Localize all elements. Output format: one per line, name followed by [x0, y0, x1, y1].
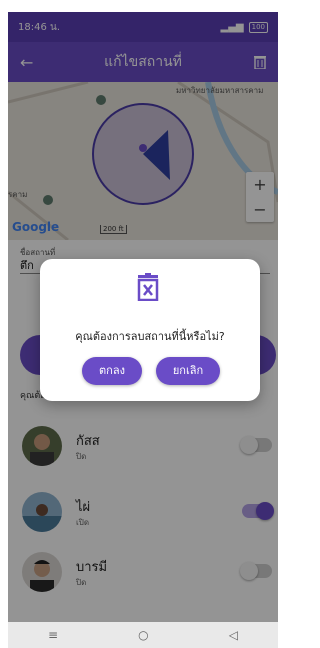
system-back-button[interactable]: ◁ [229, 628, 238, 642]
cancel-button[interactable]: ยกเลิก [156, 357, 220, 385]
dialog-message: คุณต้องการลบสถานที่นี้หรือไม่? [75, 330, 225, 343]
home-button[interactable]: ○ [138, 628, 148, 642]
recents-button[interactable]: ≡ [48, 628, 58, 642]
screen: 18:46 น. ▂▄▆ 100 ← แก้ไขสถานที่ มหาวิทยา… [0, 0, 283, 648]
delete-confirm-dialog: คุณต้องการลบสถานที่นี้หรือไม่? ตกลง ยกเล… [40, 259, 260, 401]
trash-x-icon [136, 273, 160, 302]
confirm-button[interactable]: ตกลง [82, 357, 142, 385]
system-nav-bar: ≡ ○ ◁ [8, 622, 278, 648]
